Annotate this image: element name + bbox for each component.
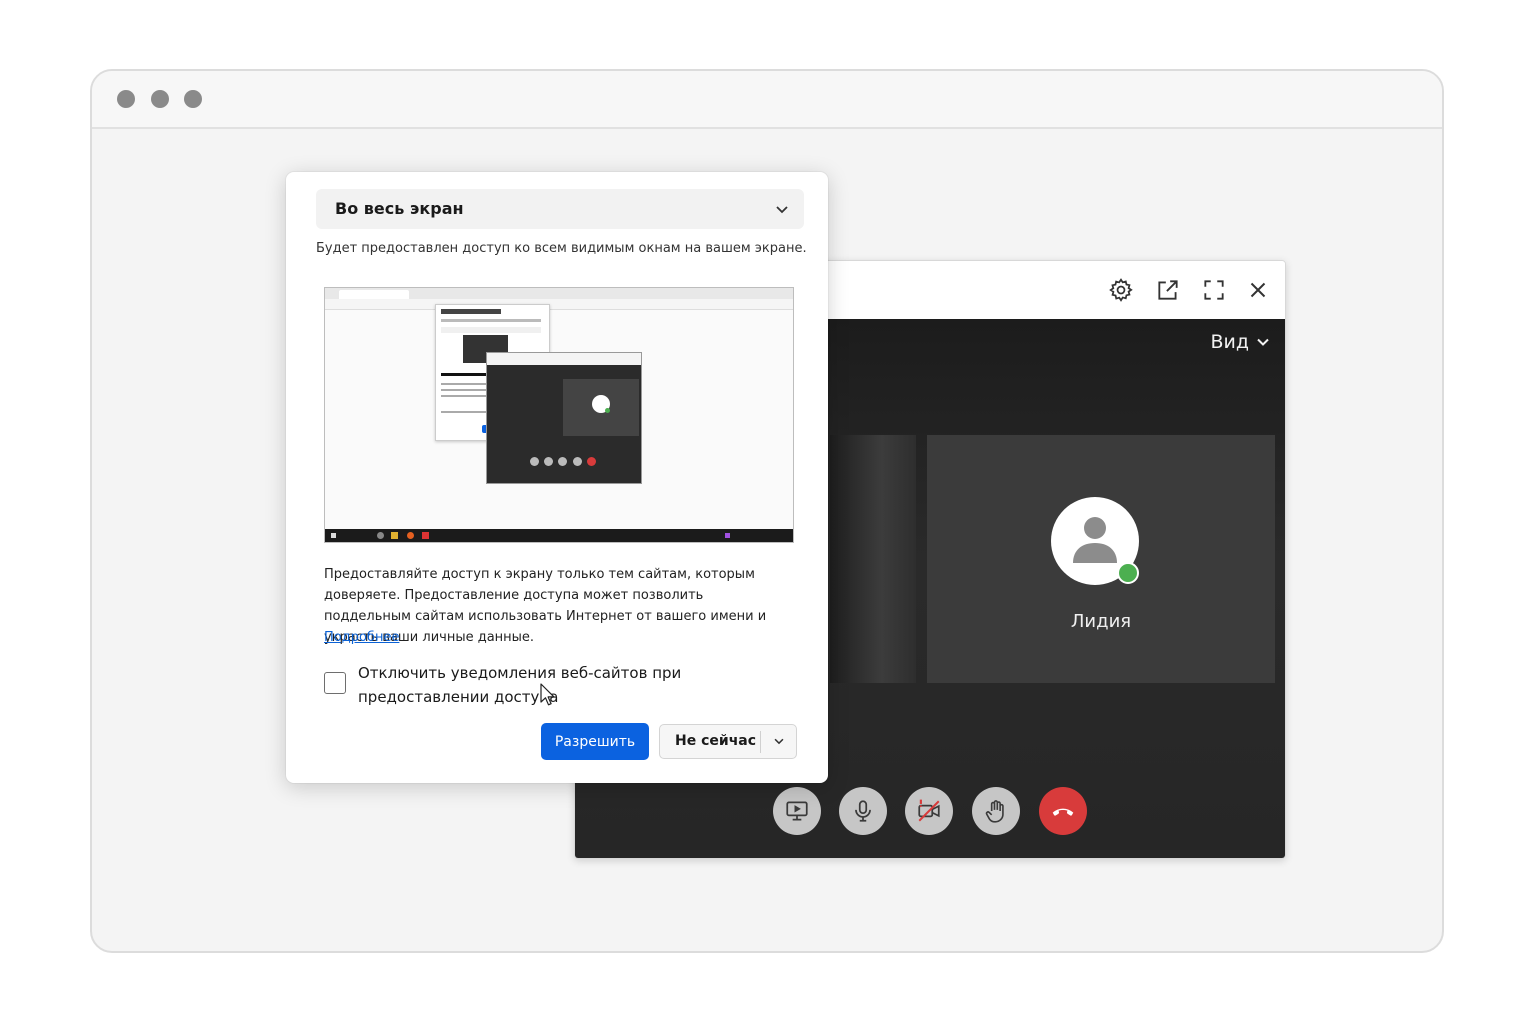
preview-address-bar xyxy=(325,299,793,310)
share-source-description: Будет предоставлен доступ ко всем видимы… xyxy=(316,241,807,256)
window-minimize-dot[interactable] xyxy=(151,90,169,108)
screen-share-dialog: Во весь экран Будет предоставлен доступ … xyxy=(286,172,828,783)
not-now-button[interactable]: Не сейчас xyxy=(659,724,797,759)
chevron-down-icon xyxy=(776,206,788,214)
preview-call-window xyxy=(486,352,642,484)
view-menu[interactable]: Вид xyxy=(1210,331,1271,353)
disable-notifications-label[interactable]: Отключить уведомления веб-сайтов при пре… xyxy=(358,661,688,709)
chevron-down-icon xyxy=(1257,338,1269,346)
camera-button[interactable] xyxy=(905,787,953,835)
mouse-cursor-icon xyxy=(540,683,555,706)
learn-more-link[interactable]: Подробнее xyxy=(324,630,399,645)
camera-off-icon xyxy=(918,799,940,822)
share-source-select[interactable]: Во весь экран xyxy=(316,189,804,229)
browser-titlebar xyxy=(92,71,1442,129)
preview-taskbar xyxy=(325,529,793,542)
button-divider xyxy=(760,731,761,753)
hang-up-icon xyxy=(1052,808,1074,816)
raise-hand-icon xyxy=(985,800,1004,823)
disable-notifications-checkbox[interactable] xyxy=(324,672,346,694)
microphone-icon xyxy=(855,800,871,822)
not-now-label: Не сейчас xyxy=(675,733,757,749)
preview-browser-tabbar xyxy=(325,288,793,299)
microphone-button[interactable] xyxy=(839,787,887,835)
raise-hand-button[interactable] xyxy=(972,787,1020,835)
view-menu-label: Вид xyxy=(1210,331,1249,353)
close-icon[interactable] xyxy=(1245,277,1271,303)
screen-share-icon xyxy=(786,801,808,821)
online-status-badge xyxy=(1117,562,1139,584)
gear-icon[interactable] xyxy=(1108,277,1134,303)
hang-up-button[interactable] xyxy=(1039,787,1087,835)
window-close-dot[interactable] xyxy=(117,90,135,108)
user-icon xyxy=(1073,517,1117,563)
popout-icon[interactable] xyxy=(1155,277,1181,303)
screen-preview-thumbnail[interactable] xyxy=(324,287,794,543)
preview-tab xyxy=(339,290,409,299)
screen-share-button[interactable] xyxy=(773,787,821,835)
video-tile-participant: Лидия xyxy=(927,435,1275,683)
preview-call-titlebar xyxy=(487,353,641,365)
allow-button[interactable]: Разрешить xyxy=(541,723,649,760)
chevron-down-icon[interactable] xyxy=(772,734,786,748)
share-source-value: Во весь экран xyxy=(335,199,464,218)
fullscreen-icon[interactable] xyxy=(1201,277,1227,303)
video-tile-self xyxy=(830,435,916,683)
window-maximize-dot[interactable] xyxy=(184,90,202,108)
participant-name: Лидия xyxy=(1070,611,1132,632)
